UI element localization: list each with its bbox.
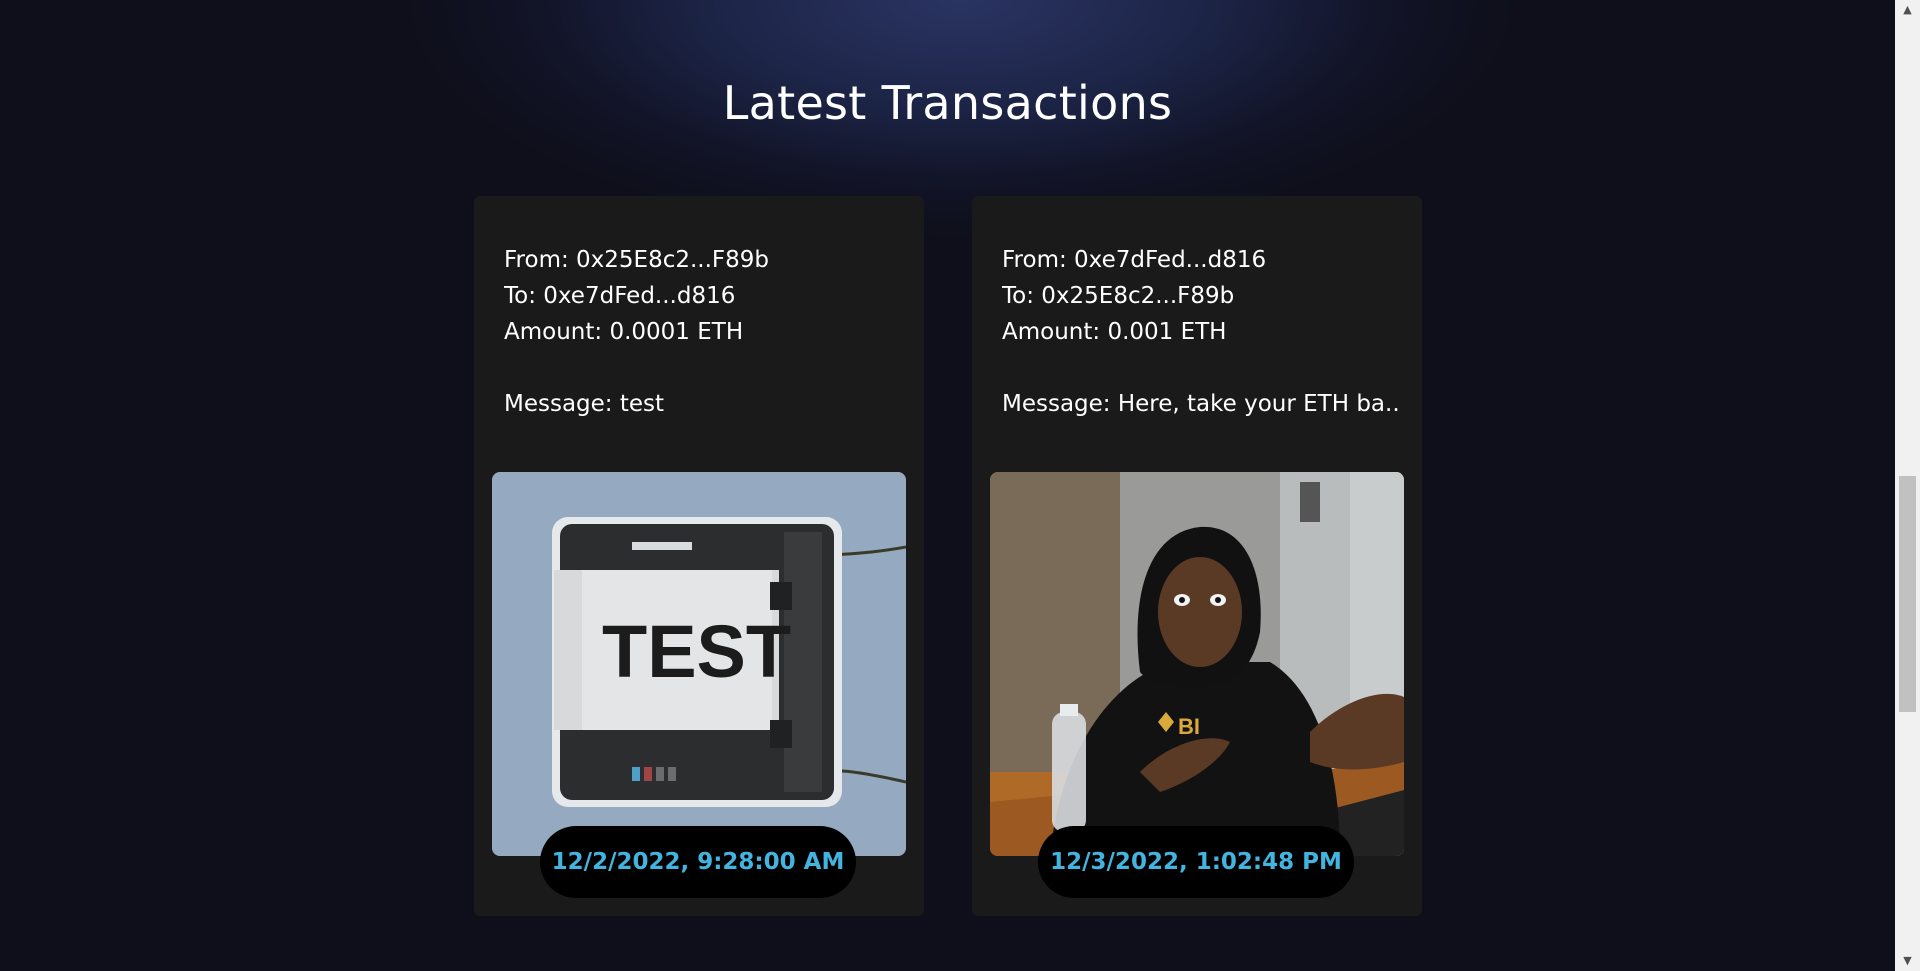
scroll-up-arrow-icon[interactable]: ▲ bbox=[1895, 0, 1920, 20]
transaction-to: To: 0xe7dFed...d816 bbox=[504, 283, 736, 309]
transaction-message: Message: Here, take your ETH ba... bbox=[1002, 391, 1402, 417]
transaction-gif: BI bbox=[990, 472, 1404, 856]
gif-caption: BI bbox=[1178, 714, 1200, 739]
transaction-from: From: 0xe7dFed...d816 bbox=[1002, 247, 1267, 273]
transaction-to: To: 0x25E8c2...F89b bbox=[1002, 283, 1235, 309]
vertical-scrollbar[interactable]: ▲ ▼ bbox=[1895, 0, 1920, 971]
transaction-card: From: 0xe7dFed...d816 To: 0x25E8c2...F89… bbox=[972, 196, 1422, 916]
gif-caption: TEST bbox=[602, 610, 791, 693]
transaction-info: From: 0xe7dFed...d816 To: 0x25E8c2...F89… bbox=[1002, 242, 1402, 422]
scroll-down-arrow-icon[interactable]: ▼ bbox=[1895, 951, 1920, 971]
transaction-amount: Amount: 0.001 ETH bbox=[1002, 319, 1227, 345]
timestamp-badge: 12/3/2022, 1:02:48 PM bbox=[1038, 826, 1354, 898]
transaction-message: Message: test bbox=[504, 391, 665, 417]
transaction-card: From: 0x25E8c2...F89b To: 0xe7dFed...d81… bbox=[474, 196, 924, 916]
page: Latest Transactions From: 0x25E8c2...F89… bbox=[0, 0, 1895, 971]
page-title: Latest Transactions bbox=[722, 75, 1173, 130]
transaction-amount: Amount: 0.0001 ETH bbox=[504, 319, 744, 345]
transaction-from: From: 0x25E8c2...F89b bbox=[504, 247, 770, 273]
transaction-gif: TEST bbox=[492, 472, 906, 856]
scrollbar-thumb[interactable] bbox=[1899, 476, 1916, 712]
timestamp-badge: 12/2/2022, 9:28:00 AM bbox=[540, 826, 856, 898]
transaction-info: From: 0x25E8c2...F89b To: 0xe7dFed...d81… bbox=[504, 242, 904, 422]
